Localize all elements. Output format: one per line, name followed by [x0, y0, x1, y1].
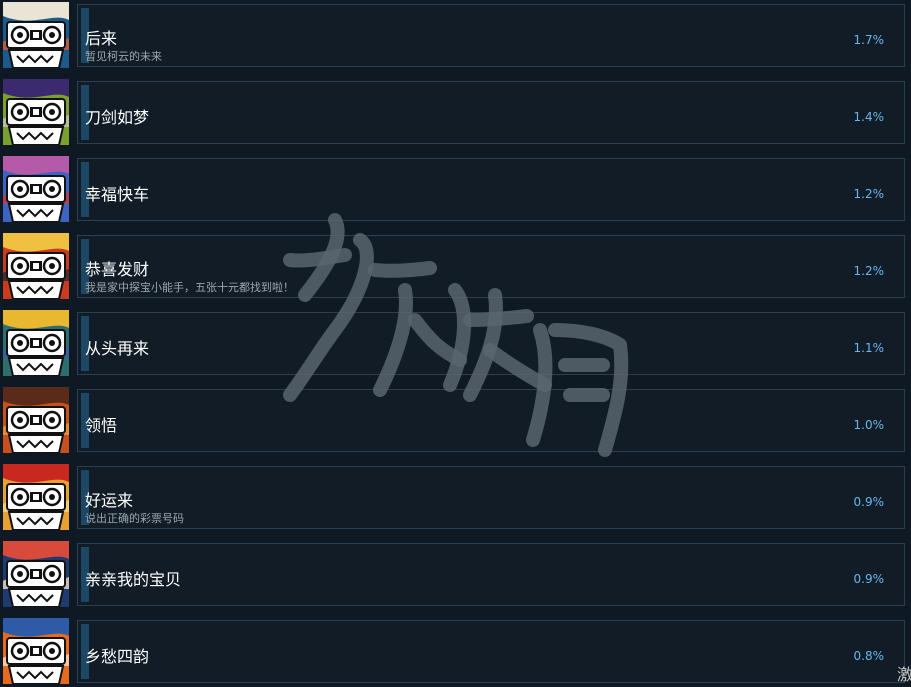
achievement-title: 恭喜发财	[85, 260, 150, 279]
achievement-card[interactable]: 乡愁四韵 0.8%	[77, 620, 905, 683]
achievement-row[interactable]: 恭喜发财我是家中探宝小能手，五张十元都找到啦！ 1.2%	[0, 233, 911, 299]
unlock-percentage: 0.8%	[853, 649, 885, 663]
achievement-row[interactable]: 乡愁四韵 0.8%	[0, 618, 911, 684]
unlock-percentage: 1.2%	[853, 264, 885, 278]
unlock-percentage: 1.4%	[853, 110, 885, 124]
cassette-icon	[3, 310, 69, 376]
achievement-card[interactable]: 好运来说出正确的彩票号码 0.9%	[77, 466, 905, 529]
achievement-description: 我是家中探宝小能手，五张十元都找到啦！	[85, 281, 294, 294]
unlock-percentage: 1.0%	[853, 418, 885, 432]
achievement-row[interactable]: 领悟 1.0%	[0, 387, 911, 453]
achievement-card[interactable]: 恭喜发财我是家中探宝小能手，五张十元都找到啦！ 1.2%	[77, 235, 905, 298]
achievement-description: 说出正确的彩票号码	[85, 512, 184, 525]
achievement-row[interactable]: 刀剑如梦 1.4%	[0, 79, 911, 145]
cassette-icon	[3, 541, 69, 607]
achievement-card[interactable]: 亲亲我的宝贝 0.9%	[77, 543, 905, 606]
achievement-title: 领悟	[85, 416, 118, 435]
achievement-title: 刀剑如梦	[85, 108, 150, 127]
achievement-row[interactable]: 从头再来 1.1%	[0, 310, 911, 376]
achievement-row[interactable]: 后来暂见柯云的未来 1.7%	[0, 2, 911, 68]
achievement-description: 暂见柯云的未来	[85, 50, 162, 63]
achievement-title: 好运来	[85, 491, 134, 510]
corner-watermark-char: 激	[896, 665, 911, 684]
cassette-icon	[3, 387, 69, 453]
cassette-icon	[3, 156, 69, 222]
unlock-percentage: 0.9%	[853, 495, 885, 509]
achievement-card[interactable]: 从头再来 1.1%	[77, 312, 905, 375]
unlock-percentage: 1.2%	[853, 187, 885, 201]
achievement-title: 从头再来	[85, 339, 150, 358]
unlock-percentage: 1.1%	[853, 341, 885, 355]
achievement-title: 幸福快车	[85, 185, 150, 204]
cassette-icon	[3, 464, 69, 530]
achievement-title: 乡愁四韵	[85, 647, 150, 666]
achievement-title: 后来	[85, 29, 118, 48]
achievement-row[interactable]: 幸福快车 1.2%	[0, 156, 911, 222]
cassette-icon	[3, 618, 69, 684]
achievement-card[interactable]: 幸福快车 1.2%	[77, 158, 905, 221]
achievement-card[interactable]: 后来暂见柯云的未来 1.7%	[77, 4, 905, 67]
unlock-percentage: 0.9%	[853, 572, 885, 586]
cassette-icon	[3, 2, 69, 68]
achievement-card[interactable]: 领悟 1.0%	[77, 389, 905, 452]
cassette-icon	[3, 233, 69, 299]
unlock-percentage: 1.7%	[853, 33, 885, 47]
achievement-row[interactable]: 好运来说出正确的彩票号码 0.9%	[0, 464, 911, 530]
cassette-icon	[3, 79, 69, 145]
achievement-row[interactable]: 亲亲我的宝贝 0.9%	[0, 541, 911, 607]
achievement-title: 亲亲我的宝贝	[85, 570, 182, 589]
achievement-card[interactable]: 刀剑如梦 1.4%	[77, 81, 905, 144]
